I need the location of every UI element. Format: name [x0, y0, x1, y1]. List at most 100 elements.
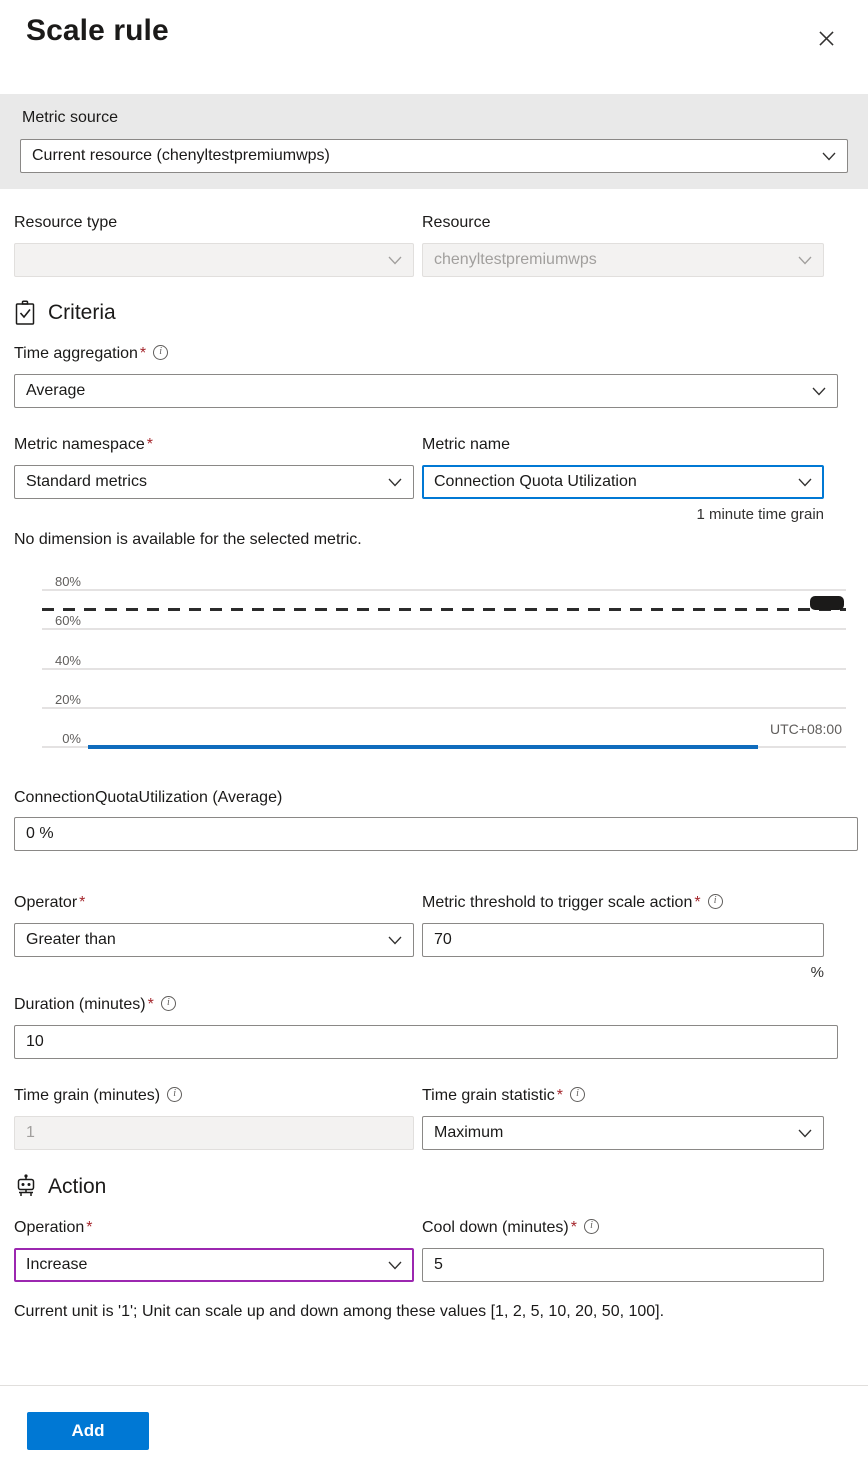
metric-chart: 80% 60% 40% 20% 0% UTC+08:00 — [0, 565, 868, 780]
required-marker: * — [694, 894, 701, 911]
threshold-label: Metric threshold to trigger scale action… — [422, 893, 723, 912]
close-button[interactable] — [810, 22, 842, 54]
threshold-input[interactable]: 70 — [422, 923, 824, 957]
ytick-label: 60% — [55, 613, 81, 628]
chevron-down-icon — [388, 1261, 402, 1269]
resource-type-select — [14, 243, 414, 277]
metric-source-label: Metric source — [22, 109, 119, 126]
chevron-down-icon — [822, 152, 836, 160]
metric-source-select[interactable]: Current resource (chenyltestpremiumwps) — [20, 139, 848, 173]
panel-header: Scale rule — [0, 0, 868, 94]
time-grain-input: 1 — [14, 1116, 414, 1150]
series-value-input[interactable]: 0 % — [14, 817, 858, 851]
clipboard-check-icon — [15, 300, 35, 325]
dimension-note: No dimension is available for the select… — [14, 531, 362, 548]
operator-label: Operator * — [14, 894, 85, 912]
page-title: Scale rule — [26, 14, 169, 47]
add-button[interactable]: Add — [27, 1412, 149, 1450]
metric-source-section: Metric source Current resource (chenylte… — [0, 94, 868, 189]
operation-value: Increase — [26, 1256, 88, 1273]
chevron-down-icon — [388, 936, 402, 944]
time-grain-statistic-label: Time grain statistic * — [422, 1086, 586, 1105]
required-marker: * — [79, 894, 86, 911]
time-aggregation-value: Average — [26, 382, 86, 399]
duration-label-text: Duration (minutes) — [14, 996, 146, 1013]
ytick-label: 0% — [62, 731, 81, 746]
time-aggregation-select[interactable]: Average — [14, 374, 838, 408]
threshold-unit: % — [810, 964, 824, 981]
time-grain-value: 1 — [26, 1124, 35, 1141]
info-icon[interactable] — [160, 995, 176, 1011]
cooldown-input[interactable]: 5 — [422, 1248, 824, 1282]
operator-label-text: Operator — [14, 894, 78, 911]
duration-label: Duration (minutes) * — [14, 995, 176, 1014]
chevron-down-icon — [798, 478, 812, 486]
required-marker: * — [139, 345, 147, 362]
chevron-down-icon — [388, 256, 402, 264]
threshold-label-text: Metric threshold to trigger scale action — [422, 894, 693, 911]
metric-namespace-value: Standard metrics — [26, 473, 147, 490]
metric-name-value: Connection Quota Utilization — [434, 473, 637, 490]
chevron-down-icon — [812, 387, 826, 395]
resource-select: chenyltestpremiumwps — [422, 243, 824, 277]
info-icon[interactable] — [707, 893, 723, 909]
operator-value: Greater than — [26, 931, 116, 948]
duration-input[interactable]: 10 — [14, 1025, 838, 1059]
metric-name-select[interactable]: Connection Quota Utilization — [422, 465, 824, 499]
cooldown-value: 5 — [434, 1256, 443, 1273]
time-grain-label: Time grain (minutes) — [14, 1086, 183, 1105]
criteria-heading-label: Criteria — [48, 301, 116, 324]
metric-source-value: Current resource (chenyltestpremiumwps) — [32, 147, 330, 164]
chart-gridlines — [42, 589, 846, 748]
ytick-label: 40% — [55, 653, 81, 668]
resource-value: chenyltestpremiumwps — [434, 251, 597, 268]
time-aggregation-label-text: Time aggregation — [14, 345, 138, 362]
unit-note: Current unit is '1'; Unit can scale up a… — [14, 1303, 665, 1320]
info-icon[interactable] — [583, 1218, 599, 1234]
info-icon[interactable] — [153, 344, 169, 360]
operator-select[interactable]: Greater than — [14, 923, 414, 957]
info-icon[interactable] — [570, 1086, 586, 1102]
operation-label-text: Operation — [14, 1219, 85, 1236]
ytick-label: 80% — [55, 574, 81, 589]
close-icon — [818, 30, 834, 46]
resource-type-label: Resource type — [14, 214, 118, 231]
duration-value: 10 — [26, 1033, 44, 1050]
chart-ytick-labels: 80% 60% 40% 20% 0% — [55, 574, 81, 746]
time-grain-statistic-select[interactable]: Maximum — [422, 1116, 824, 1150]
metric-namespace-label: Metric namespace * — [14, 436, 153, 454]
scale-rule-panel: Scale rule Metric source Current resourc… — [0, 0, 868, 1465]
required-marker: * — [556, 1087, 564, 1104]
time-grain-hint: 1 minute time grain — [696, 506, 824, 523]
cooldown-label-text: Cool down (minutes) — [422, 1219, 569, 1236]
action-heading: Action — [14, 1174, 106, 1200]
required-marker: * — [146, 436, 153, 453]
robot-icon — [17, 1174, 35, 1196]
series-value-label: ConnectionQuotaUtilization (Average) — [14, 789, 283, 806]
time-grain-statistic-value: Maximum — [434, 1124, 504, 1141]
time-aggregation-label: Time aggregation * — [14, 344, 169, 363]
cooldown-label: Cool down (minutes) * — [422, 1218, 599, 1237]
time-grain-label-text: Time grain (minutes) — [14, 1087, 161, 1104]
metric-namespace-select[interactable]: Standard metrics — [14, 465, 414, 499]
ytick-label: 20% — [55, 692, 81, 707]
chart-timezone: UTC+08:00 — [770, 721, 842, 737]
metric-name-label: Metric name — [422, 436, 511, 453]
required-marker: * — [570, 1219, 577, 1236]
threshold-handle — [810, 596, 844, 610]
metric-namespace-label-text: Metric namespace — [14, 436, 145, 453]
resource-label: Resource — [422, 214, 491, 231]
chevron-down-icon — [388, 478, 402, 486]
series-value-text: 0 % — [26, 825, 54, 842]
operation-label: Operation * — [14, 1219, 93, 1237]
info-icon[interactable] — [167, 1086, 183, 1102]
chevron-down-icon — [798, 256, 812, 264]
footer-divider — [0, 1385, 868, 1386]
metric-chart-svg: 80% 60% 40% 20% 0% — [42, 574, 846, 749]
required-marker: * — [86, 1219, 93, 1236]
threshold-value: 70 — [434, 931, 452, 948]
chevron-down-icon — [798, 1129, 812, 1137]
operation-select[interactable]: Increase — [14, 1248, 414, 1282]
criteria-heading: Criteria — [14, 300, 116, 326]
action-heading-label: Action — [48, 1175, 107, 1198]
